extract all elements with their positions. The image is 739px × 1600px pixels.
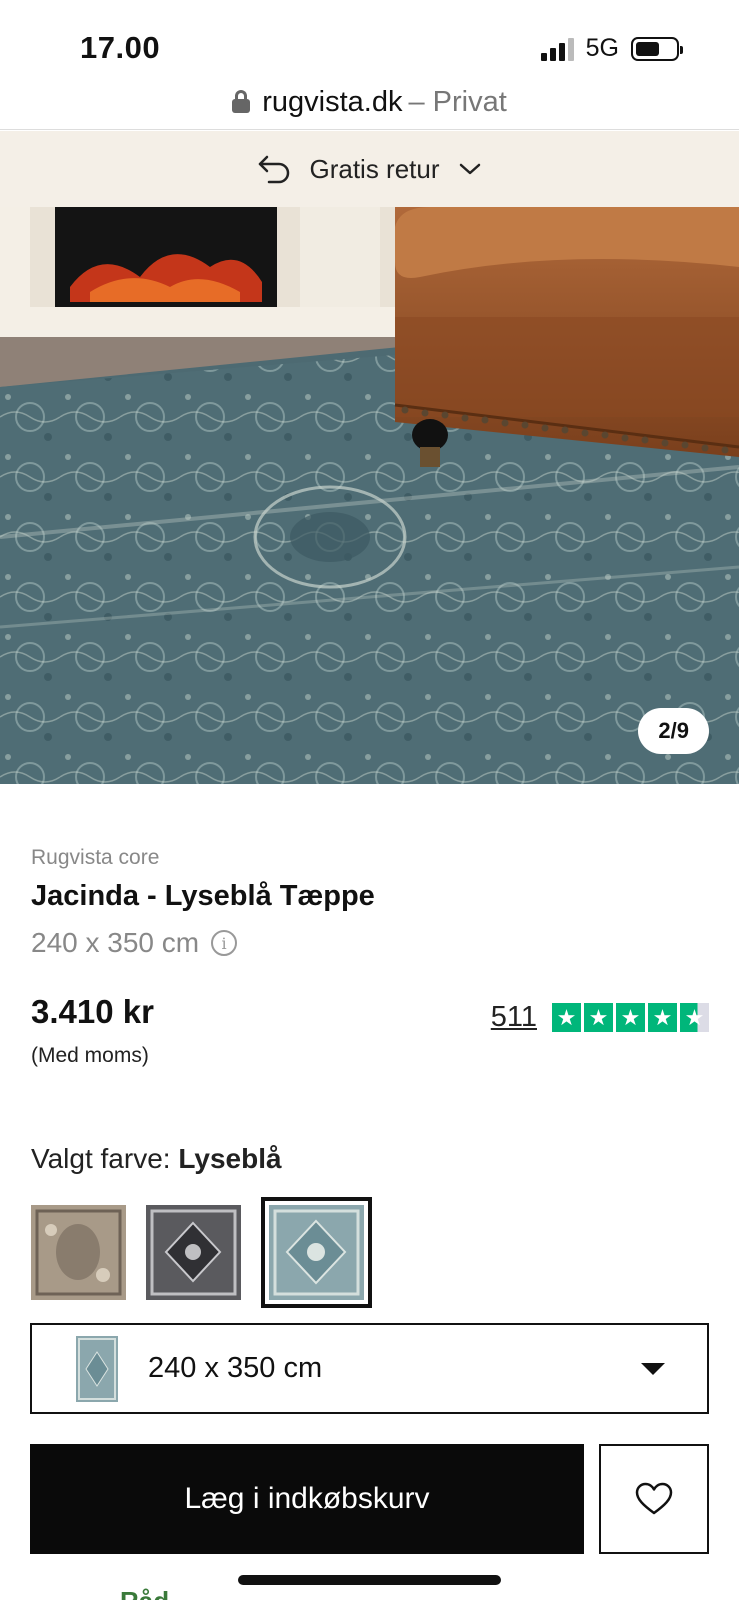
color-label-prefix: Valgt farve: [31,1143,171,1174]
return-icon [259,155,290,184]
battery-icon [631,36,683,61]
info-icon[interactable]: i [211,930,238,956]
swatch-gray[interactable] [146,1205,241,1300]
star-icon: ★ [552,1003,581,1032]
selected-color-name: Lyseblå [178,1143,282,1174]
address-bar[interactable]: rugvista.dk – Privat [0,76,739,130]
promo-banner[interactable]: Gratis retur [0,131,739,207]
star-rating: ★ ★ ★ ★ ★ [552,1003,709,1032]
add-to-cart-button[interactable]: Læg i indkøbskurv [30,1444,584,1554]
vat-note: (Med moms) [31,1044,149,1067]
star-icon: ★ [648,1003,677,1032]
caret-down-icon [641,1362,665,1375]
home-indicator[interactable] [238,1575,501,1585]
chevron-down-icon [459,163,480,175]
signal-icon [540,37,574,61]
product-size-text: 240 x 350 cm [31,927,200,958]
swatch-beige[interactable] [31,1205,126,1300]
half-star-icon: ★ [680,1003,709,1032]
size-select-value: 240 x 350 cm [148,1352,323,1384]
image-counter: 2/9 [638,708,709,754]
network-label: 5G [585,34,619,62]
private-label: – Privat [408,86,507,118]
review-count-link[interactable]: 511 [491,1001,537,1034]
status-indicators: 5G [540,34,683,63]
url-domain: rugvista.dk [262,86,403,118]
status-time: 17.00 [80,30,161,65]
product-size: 240 x 350 cm i [31,927,238,959]
product-image[interactable]: 2/9 [0,207,739,784]
size-select[interactable]: 240 x 350 cm [30,1323,709,1414]
product-brand[interactable]: Rugvista core [31,846,159,870]
partial-text: Råd [120,1586,169,1600]
wishlist-button[interactable] [599,1444,709,1554]
banner-text: Gratis retur [309,153,440,184]
product-title: Jacinda - Lyseblå Tæppe [31,880,375,912]
lock-icon [232,89,251,113]
star-icon: ★ [616,1003,645,1032]
rug-thumbnail-icon [76,1335,118,1402]
rug-room-photo [0,207,739,784]
color-swatches [31,1197,372,1308]
star-icon: ★ [584,1003,613,1032]
trustpilot-rating[interactable]: 511 ★ ★ ★ ★ ★ [491,1001,709,1034]
product-price: 3.410 kr [31,993,154,1030]
swatch-light-blue[interactable] [261,1197,372,1308]
selected-color-label: Valgt farve: Lyseblå [31,1143,282,1175]
heart-icon [635,1482,673,1515]
status-bar: 17.00 5G [0,0,739,80]
